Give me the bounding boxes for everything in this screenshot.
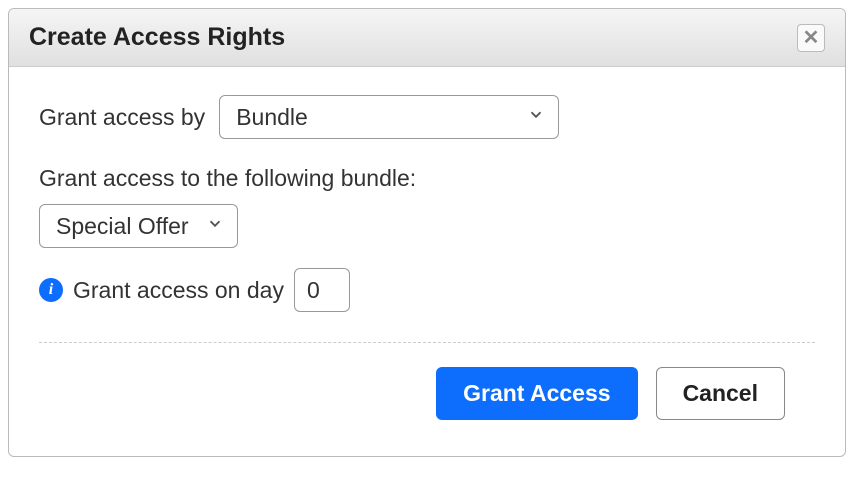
bundle-select-wrap: Special Offer xyxy=(39,204,238,248)
close-icon: ✕ xyxy=(803,25,820,50)
grant-to-label: Grant access to the following bundle: xyxy=(39,165,416,192)
grant-by-row: Grant access by Bundle xyxy=(39,95,815,139)
info-icon[interactable]: i xyxy=(39,278,63,302)
grant-by-select-wrap: Bundle xyxy=(219,95,559,139)
close-button[interactable]: ✕ xyxy=(797,24,825,52)
grant-by-label: Grant access by xyxy=(39,104,205,131)
day-label: Grant access on day xyxy=(73,277,284,304)
day-input[interactable] xyxy=(294,268,350,312)
cancel-button[interactable]: Cancel xyxy=(656,367,785,420)
day-row: i Grant access on day xyxy=(39,268,815,312)
dialog-title: Create Access Rights xyxy=(29,23,285,52)
create-access-rights-dialog: Create Access Rights ✕ Grant access by B… xyxy=(8,8,846,457)
bundle-select[interactable]: Special Offer xyxy=(39,204,238,248)
grant-by-select[interactable]: Bundle xyxy=(219,95,559,139)
dialog-footer: Grant Access Cancel xyxy=(39,342,815,446)
dialog-header: Create Access Rights ✕ xyxy=(9,9,845,67)
dialog-body: Grant access by Bundle Grant access to t… xyxy=(9,67,845,456)
grant-access-button[interactable]: Grant Access xyxy=(436,367,637,420)
grant-to-section: Grant access to the following bundle: Sp… xyxy=(39,165,815,248)
